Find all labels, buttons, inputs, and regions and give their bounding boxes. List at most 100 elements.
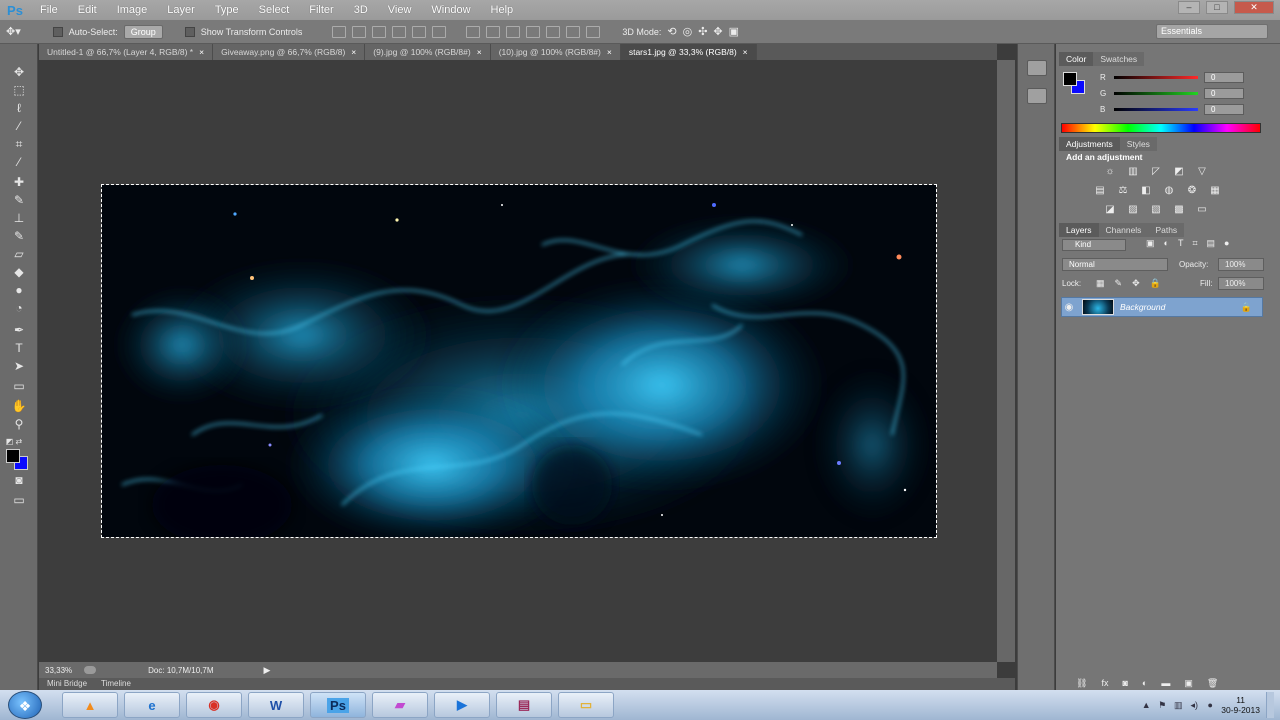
status-menu-arrow-icon[interactable]: ▶ <box>264 665 271 676</box>
history-panel-icon[interactable] <box>1027 60 1047 76</box>
workspace-switcher[interactable]: Essentials <box>1156 24 1268 39</box>
auto-select-checkbox[interactable] <box>52 26 63 37</box>
eraser-tool-icon[interactable]: ▱ <box>9 246 29 262</box>
tab-swatches[interactable]: Swatches <box>1093 52 1145 66</box>
red-value[interactable]: 0 <box>1204 71 1244 83</box>
color-lookup-icon[interactable]: ▦ <box>1207 185 1223 197</box>
align-right-icon[interactable] <box>432 25 447 38</box>
3d-slide-icon[interactable]: ✥ <box>713 25 722 38</box>
blend-mode-select[interactable]: Normal <box>1062 258 1168 271</box>
align-left-icon[interactable] <box>392 25 407 38</box>
lock-all-icon[interactable]: 🔒 <box>1150 278 1161 289</box>
filter-smart-object-icon[interactable]: ▤ <box>1207 238 1216 249</box>
close-tab-icon[interactable]: × <box>351 44 356 60</box>
link-layers-icon[interactable]: ⛓ <box>1076 678 1087 689</box>
color-balance-icon[interactable]: ⚖ <box>1115 185 1131 197</box>
brightness-contrast-icon[interactable]: ☼ <box>1102 166 1118 178</box>
lasso-tool-icon[interactable]: ℓ <box>9 100 29 116</box>
tab-giveaway[interactable]: Giveaway.png @ 66,7% (RGB/8) × <box>213 44 366 60</box>
eyedropper-tool-icon[interactable]: ⁄ <box>9 154 29 170</box>
green-value[interactable]: 0 <box>1204 87 1244 99</box>
volume-icon[interactable]: ◂) <box>1189 700 1199 711</box>
menu-3d[interactable]: 3D <box>344 4 378 16</box>
menu-filter[interactable]: Filter <box>299 4 343 16</box>
close-tab-icon[interactable]: × <box>743 44 748 60</box>
shape-tool-icon[interactable]: ▭ <box>9 378 29 394</box>
vibrance-icon[interactable]: ▽ <box>1194 166 1210 178</box>
close-tab-icon[interactable]: × <box>477 44 482 60</box>
close-tab-icon[interactable]: × <box>607 44 612 60</box>
menu-view[interactable]: View <box>378 4 422 16</box>
distribute-center-icon[interactable] <box>546 25 561 38</box>
minimize-button[interactable]: – <box>1178 1 1200 14</box>
distribute-middle-icon[interactable] <box>486 25 501 38</box>
close-button[interactable]: ✕ <box>1234 1 1274 14</box>
blue-slider[interactable] <box>1114 107 1198 111</box>
vlc-taskbar-icon[interactable]: ▲ <box>62 692 118 718</box>
path-select-icon[interactable]: ➤ <box>9 358 29 374</box>
move-tool-icon[interactable]: ✥ <box>9 64 29 80</box>
lock-position-icon[interactable]: ✥ <box>1132 278 1140 289</box>
tab-stars1-jpg[interactable]: stars1.jpg @ 33,3% (RGB/8) × <box>620 44 757 60</box>
pen-tool-icon[interactable]: ✒ <box>9 322 29 338</box>
auto-select-dropdown[interactable]: Group <box>123 24 163 39</box>
tab-channels[interactable]: Channels <box>1098 223 1149 237</box>
quick-mask-icon[interactable]: ◙ <box>9 472 29 488</box>
3d-pan-icon[interactable]: ✣ <box>698 25 707 38</box>
status-toggle-icon[interactable] <box>84 666 97 674</box>
layer-kind-filter[interactable]: Kind <box>1062 239 1126 251</box>
history-brush-icon[interactable]: ✎ <box>9 228 29 244</box>
properties-panel-icon[interactable] <box>1027 88 1047 104</box>
blue-value[interactable]: 0 <box>1204 103 1244 115</box>
new-adjustment-layer-icon[interactable]: ◐ <box>1142 678 1147 689</box>
vertical-scrollbar[interactable] <box>997 60 1015 662</box>
tab-adjustments[interactable]: Adjustments <box>1059 137 1120 151</box>
align-top-icon[interactable] <box>332 25 347 38</box>
winrar-taskbar-icon[interactable]: ▤ <box>496 692 552 718</box>
layer-name[interactable]: Background <box>1120 302 1165 312</box>
menu-image[interactable]: Image <box>107 4 158 16</box>
move-tool-icon[interactable]: ✥▾ <box>6 25 21 38</box>
distribute-bottom-icon[interactable] <box>506 25 521 38</box>
red-slider[interactable] <box>1114 75 1198 79</box>
threshold-icon[interactable]: ▧ <box>1148 204 1164 216</box>
menu-window[interactable]: Window <box>421 4 480 16</box>
screen-mode-icon[interactable]: ▭ <box>9 492 29 508</box>
filter-type-icon[interactable]: T <box>1178 238 1184 249</box>
word-taskbar-icon[interactable]: W <box>248 692 304 718</box>
system-clock[interactable]: 11 30-9-2013 <box>1221 695 1260 715</box>
paint-taskbar-icon[interactable]: ▰ <box>372 692 428 718</box>
color-spectrum-bar[interactable] <box>1061 123 1261 133</box>
3d-roll-icon[interactable]: ◎ <box>683 25 693 38</box>
opacity-field[interactable]: 100% <box>1218 258 1264 271</box>
chrome-taskbar-icon[interactable]: ◉ <box>186 692 242 718</box>
dodge-tool-icon[interactable]: ◔ <box>9 300 29 316</box>
tab-untitled-1[interactable]: Untitled-1 @ 66,7% (Layer 4, RGB/8) * × <box>39 44 214 60</box>
flag-icon[interactable]: ⚑ <box>1157 700 1167 711</box>
tab-mini-bridge[interactable]: Mini Bridge <box>47 678 87 690</box>
healing-brush-icon[interactable]: ✚ <box>9 174 29 190</box>
tab-color[interactable]: Color <box>1059 52 1094 66</box>
3d-rotate-icon[interactable]: ⟲ <box>667 25 676 38</box>
zoom-tool-icon[interactable]: ⚲ <box>9 416 29 432</box>
explorer-taskbar-icon[interactable]: ▭ <box>558 692 614 718</box>
fill-field[interactable]: 100% <box>1218 277 1264 290</box>
menu-edit[interactable]: Edit <box>68 4 107 16</box>
distribute-left-icon[interactable] <box>526 25 541 38</box>
filter-shape-icon[interactable]: ⌗ <box>1192 238 1197 249</box>
tab-9-jpg[interactable]: (9).jpg @ 100% (RGB/8#) × <box>365 44 491 60</box>
invert-icon[interactable]: ◪ <box>1102 204 1118 216</box>
show-desktop-button[interactable] <box>1266 692 1274 718</box>
hue-saturation-icon[interactable]: ▤ <box>1092 185 1108 197</box>
lock-transparency-icon[interactable]: ▦ <box>1096 278 1105 289</box>
menu-type[interactable]: Type <box>205 4 249 16</box>
layer-row-background[interactable]: ◉ Background 🔒 <box>1061 297 1263 317</box>
distribute-top-icon[interactable] <box>466 25 481 38</box>
gradient-map-icon[interactable]: ▭ <box>1194 204 1210 216</box>
color-foreground-swatch[interactable] <box>1063 72 1077 86</box>
menu-help[interactable]: Help <box>481 4 524 16</box>
marquee-tool-icon[interactable]: ⬚ <box>9 82 29 98</box>
auto-align-icon[interactable] <box>586 25 601 38</box>
crop-tool-icon[interactable]: ⌗ <box>9 136 29 152</box>
type-tool-icon[interactable]: T <box>9 340 29 356</box>
